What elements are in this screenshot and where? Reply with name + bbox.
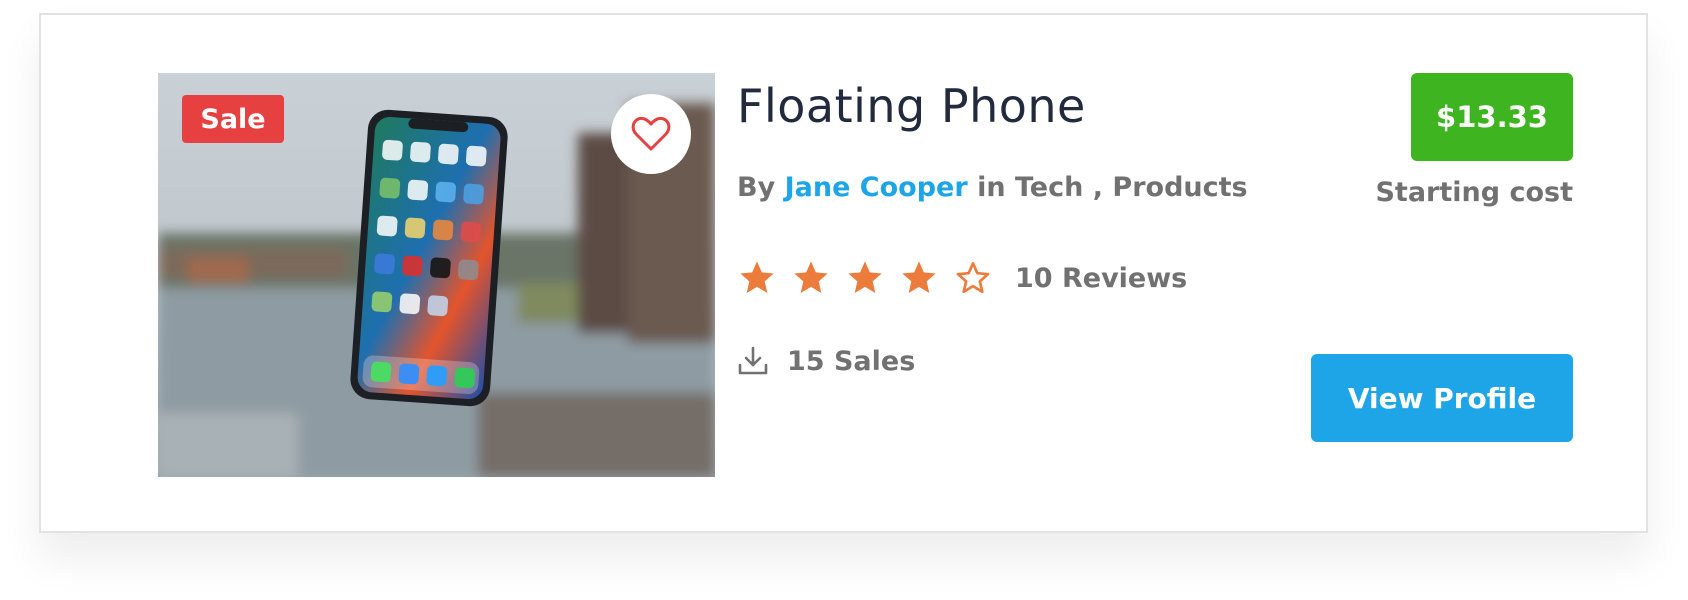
product-title[interactable]: Floating Phone [737, 79, 1086, 133]
by-label: By [737, 172, 776, 203]
price-caption: Starting cost [1375, 177, 1573, 208]
reviews-count[interactable]: 10 Reviews [1015, 263, 1187, 294]
sales-label: 15 Sales [787, 345, 916, 377]
product-meta: By Jane Cooper in Tech , Products [737, 172, 1248, 203]
view-profile-button[interactable]: View Profile [1311, 354, 1573, 442]
star-outline-icon [953, 258, 993, 298]
favorite-button[interactable] [611, 94, 691, 174]
category-link-tech[interactable]: Tech [1015, 172, 1083, 203]
star-filled-icon [791, 258, 831, 298]
product-card: Sale Floating Phone By Jane Cooper in Te… [39, 13, 1648, 533]
download-icon [738, 346, 768, 375]
category-link-products[interactable]: Products [1112, 172, 1247, 203]
product-image[interactable]: Sale [158, 73, 715, 477]
in-label: in [977, 172, 1006, 203]
star-filled-icon [845, 258, 885, 298]
sales-count: 15 Sales [737, 341, 915, 381]
star-rating [737, 258, 993, 298]
rating: 10 Reviews [737, 255, 1187, 301]
star-filled-icon [899, 258, 939, 298]
star-filled-icon [737, 258, 777, 298]
heart-outline-icon [631, 116, 671, 151]
sale-badge: Sale [182, 95, 284, 143]
price-badge: $13.33 [1411, 73, 1573, 161]
category-separator: , [1092, 172, 1104, 203]
author-link[interactable]: Jane Cooper [785, 172, 968, 203]
